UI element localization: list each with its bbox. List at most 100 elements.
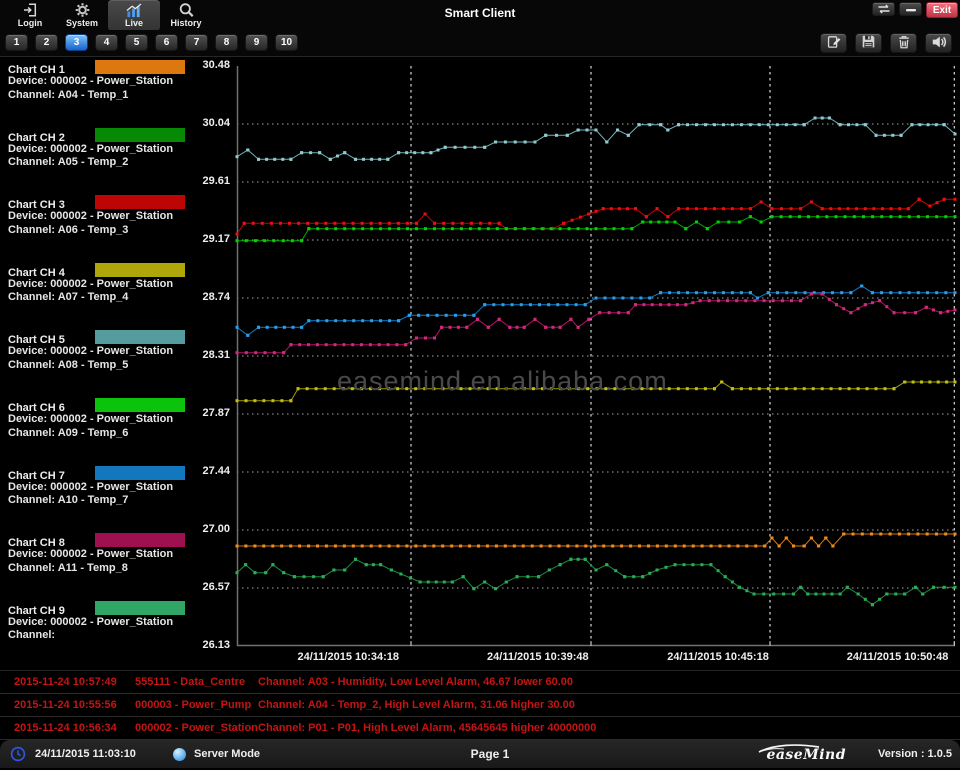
channel-device: Device: 000002 - Power_Station xyxy=(8,548,226,562)
channel-color-swatch xyxy=(95,263,185,277)
channel-item-8[interactable]: Chart CH 8Device: 000002 - Power_Station… xyxy=(8,533,226,575)
channel-name: Chart CH 5 xyxy=(8,334,65,346)
logo-swoosh-icon xyxy=(758,743,822,753)
alarm-message: Channel: P01 - P01, High Level Alarm, 45… xyxy=(258,717,596,739)
x-tick-label: 24/11/2015 10:50:48 xyxy=(847,651,949,663)
save-icon xyxy=(861,34,876,52)
x-tick-label: 24/11/2015 10:39:48 xyxy=(487,651,589,663)
page-button-10[interactable]: 10 xyxy=(275,34,298,51)
channel-item-3[interactable]: Chart CH 3Device: 000002 - Power_Station… xyxy=(8,195,226,237)
channel-color-swatch xyxy=(95,601,185,615)
y-tick-label: 26.13 xyxy=(188,639,230,651)
channel-item-6[interactable]: Chart CH 6Device: 000002 - Power_Station… xyxy=(8,398,226,440)
status-datetime: 24/11/2015 11:03:10 xyxy=(35,740,136,768)
channel-device: Device: 000002 - Power_Station xyxy=(8,278,226,292)
alarm-device: 000003 - Power_Pump xyxy=(135,694,251,716)
page-button-3[interactable]: 3 xyxy=(65,34,88,51)
y-tick-label: 26.57 xyxy=(188,581,230,593)
edit-icon xyxy=(826,34,842,52)
y-tick-label: 27.87 xyxy=(188,407,230,419)
channel-device: Device: 000002 - Power_Station xyxy=(8,75,226,89)
channel-color-swatch xyxy=(95,60,185,74)
channel-name: Chart CH 7 xyxy=(8,470,65,482)
main-nav: Login System Live History xyxy=(4,0,212,30)
channel-device: Device: 000002 - Power_Station xyxy=(8,616,226,630)
page-button-4[interactable]: 4 xyxy=(95,34,118,51)
page-button-6[interactable]: 6 xyxy=(155,34,178,51)
page-button-8[interactable]: 8 xyxy=(215,34,238,51)
server-mode-label: Server Mode xyxy=(194,740,260,768)
nav-label: Live xyxy=(125,18,143,28)
y-tick-label: 28.31 xyxy=(188,349,230,361)
y-tick-label: 30.48 xyxy=(188,59,230,71)
alarm-time: 2015-11-24 10:57:49 xyxy=(14,671,117,693)
alarm-device: 000002 - Power_Station xyxy=(135,717,258,739)
page-button-7[interactable]: 7 xyxy=(185,34,208,51)
page-button-1[interactable]: 1 xyxy=(5,34,28,51)
minimize-button[interactable] xyxy=(899,2,922,16)
alarm-row[interactable]: 2015-11-24 10:55:56 000003 - Power_Pump Ch… xyxy=(0,694,960,717)
alarm-message: Channel: A03 - Humidity, Low Level Alarm… xyxy=(258,671,573,693)
save-button[interactable] xyxy=(855,33,882,53)
channel-channel: Channel: A11 - Temp_8 xyxy=(8,562,226,576)
restore-button[interactable] xyxy=(872,2,895,16)
nav-system[interactable]: System xyxy=(56,0,108,31)
channel-item-9[interactable]: Chart CH 9Device: 000002 - Power_Station… xyxy=(8,601,226,643)
statusbar: 24/11/2015 11:03:10 Server Mode Page 1 e… xyxy=(0,740,960,768)
nav-label: Login xyxy=(18,18,43,28)
channel-name: Chart CH 9 xyxy=(8,605,65,617)
nav-history[interactable]: History xyxy=(160,0,212,31)
system-icon xyxy=(74,2,91,18)
channel-color-swatch xyxy=(95,195,185,209)
page-button-2[interactable]: 2 xyxy=(35,34,58,51)
server-mode-icon xyxy=(173,748,186,761)
window-buttons: Exit xyxy=(872,2,958,18)
channel-name: Chart CH 3 xyxy=(8,199,65,211)
channel-name: Chart CH 4 xyxy=(8,267,65,279)
x-tick-label: 24/11/2015 10:45:18 xyxy=(667,651,769,663)
titlebar: LoginSystemLiveHistory Smart Client Exit xyxy=(0,0,960,30)
minimize-icon xyxy=(905,2,917,17)
nav-login[interactable]: Login xyxy=(4,0,56,31)
restore-icon xyxy=(877,2,891,17)
y-tick-label: 27.00 xyxy=(188,523,230,535)
toolbar-icons xyxy=(820,33,952,53)
y-tick-label: 30.04 xyxy=(188,117,230,129)
login-icon xyxy=(22,2,39,18)
alarm-device: 555111 - Data_Centre xyxy=(135,671,245,693)
alarm-list: 2015-11-24 10:57:49 555111 - Data_Centre C… xyxy=(0,670,960,741)
page-button-9[interactable]: 9 xyxy=(245,34,268,51)
alarm-row[interactable]: 2015-11-24 10:56:34 000002 - Power_Statio… xyxy=(0,717,960,740)
page-buttons: 123456789 10 xyxy=(5,34,298,51)
alarm-time: 2015-11-24 10:56:34 xyxy=(14,717,117,739)
live-icon xyxy=(125,2,143,18)
channel-color-swatch xyxy=(95,128,185,142)
sound-button[interactable] xyxy=(925,33,952,53)
exit-button[interactable]: Exit xyxy=(926,2,958,18)
channel-name: Chart CH 8 xyxy=(8,537,65,549)
channel-color-swatch xyxy=(95,533,185,547)
page-button-5[interactable]: 5 xyxy=(125,34,148,51)
channel-name: Chart CH 1 xyxy=(8,64,65,76)
alarm-row[interactable]: 2015-11-24 10:57:49 555111 - Data_Centre C… xyxy=(0,671,960,694)
y-tick-label: 27.44 xyxy=(188,465,230,477)
clock-icon xyxy=(10,746,26,767)
edit-button[interactable] xyxy=(820,33,847,53)
delete-icon xyxy=(897,34,911,53)
alarm-time: 2015-11-24 10:55:56 xyxy=(14,694,117,716)
channel-device: Device: 000002 - Power_Station xyxy=(8,210,226,224)
x-tick-label: 24/11/2015 10:34:18 xyxy=(298,651,400,663)
channel-channel: Channel: A04 - Temp_1 xyxy=(8,89,226,103)
channel-device: Device: 000002 - Power_Station xyxy=(8,481,226,495)
nav-live[interactable]: Live xyxy=(108,0,160,31)
channel-color-swatch xyxy=(95,466,185,480)
page-indicator: Page 1 xyxy=(430,740,550,768)
channel-color-swatch xyxy=(95,330,185,344)
nav-label: System xyxy=(66,18,98,28)
channel-item-2[interactable]: Chart CH 2Device: 000002 - Power_Station… xyxy=(8,128,226,170)
delete-button[interactable] xyxy=(890,33,917,53)
chart-plot[interactable] xyxy=(237,66,955,646)
y-tick-label: 29.17 xyxy=(188,233,230,245)
sound-icon xyxy=(931,34,947,53)
alarm-message: Channel: A04 - Temp_2, High Level Alarm,… xyxy=(258,694,575,716)
